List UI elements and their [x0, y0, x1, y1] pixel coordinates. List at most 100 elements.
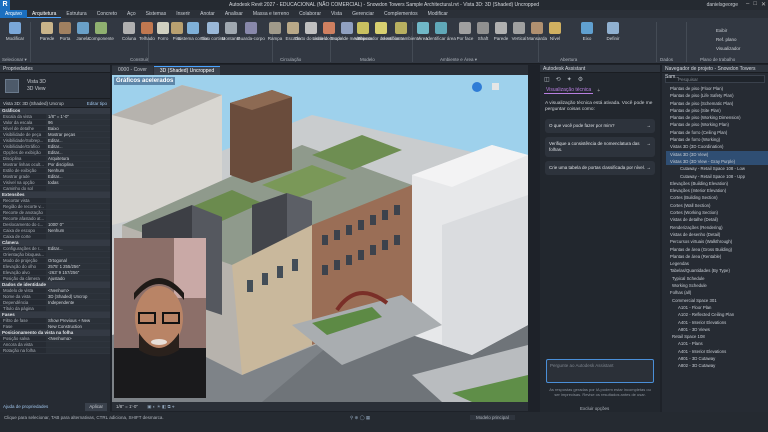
settings-icon[interactable]: ⚙ [578, 76, 583, 83]
browser-item[interactable]: Vistas de detalhe (Detail) [666, 216, 768, 223]
ribbon-tool[interactable]: Guarda-corpo [237, 22, 265, 41]
tab-inserir[interactable]: Inserir [171, 10, 195, 18]
browser-item[interactable]: Retail Space 108 [666, 333, 768, 340]
property-value[interactable]: Independente [46, 300, 110, 305]
property-value[interactable]: -263' 9 157/256" [46, 270, 110, 275]
close-icon[interactable]: ✕ [761, 1, 766, 8]
property-value[interactable] [46, 204, 110, 209]
browser-item[interactable]: Vistas de desenho (Detail) [666, 231, 768, 238]
browser-item[interactable]: Plantas de forro (Working) [666, 136, 768, 143]
browser-item[interactable]: A101 - Plans [666, 340, 768, 347]
browser-item[interactable]: Plantas de piso (Working Plan) [666, 121, 768, 128]
property-value[interactable]: Baixo [46, 126, 110, 131]
browser-item[interactable]: Cutaway - Retail Space 108 - Low [666, 165, 768, 172]
browser-item[interactable]: Plantas de área (Rentable) [666, 253, 768, 260]
minimize-icon[interactable]: – [746, 1, 749, 8]
tab-3d-shaded[interactable]: 3D (Shaded) Uncropped [153, 66, 221, 75]
property-value[interactable]: Editar... [46, 150, 110, 155]
property-value[interactable] [46, 186, 110, 191]
property-value[interactable]: 96 [46, 120, 110, 125]
properties-help-link[interactable]: Ajuda de propriedades [3, 403, 48, 411]
property-value[interactable]: <Nenhum> [46, 288, 110, 293]
property-value[interactable]: Ajustado [46, 276, 110, 281]
browser-item[interactable]: A801 - 3D Views [666, 326, 768, 333]
property-value[interactable]: <Nenhuma> [46, 336, 110, 341]
tab-massa-e-terreno[interactable]: Massa e terreno [248, 10, 294, 18]
browser-item[interactable]: Typical Schedule [666, 275, 768, 282]
property-value[interactable] [46, 252, 110, 257]
tab-complementos[interactable]: Complementos [379, 10, 423, 18]
property-value[interactable]: Ortogonal [46, 258, 110, 263]
browser-item[interactable]: A401 - Interior Elevations [666, 319, 768, 326]
browser-item[interactable]: Renderizações (Rendering) [666, 224, 768, 231]
tab-analisar[interactable]: Analisar [220, 10, 248, 18]
property-value[interactable]: Por disciplina [46, 162, 110, 167]
tab-vista[interactable]: Vista [326, 10, 347, 18]
tab-concreto[interactable]: Concreto [92, 10, 122, 18]
property-value[interactable] [46, 198, 110, 203]
tab-modificar[interactable]: Modificar [423, 10, 453, 18]
model-selector[interactable]: Modelo principal [470, 415, 515, 420]
property-value[interactable]: 1/8" = 1'-0" [46, 114, 110, 119]
ribbon-tool[interactable]: Definir [600, 22, 626, 41]
browser-item[interactable]: Plantas de área (Gross Building) [666, 246, 768, 253]
browser-item[interactable]: A102 - Reflected Ceiling Plan [666, 311, 768, 318]
property-value[interactable]: New Construction [46, 324, 110, 329]
tab-technical-preview[interactable]: Visualização técnica [544, 87, 594, 94]
show-button[interactable]: Exibir [716, 26, 740, 35]
property-value[interactable]: 1000' 0" [46, 222, 110, 227]
property-value[interactable]: Show Previous + New [46, 318, 110, 323]
browser-item[interactable]: A801 - 3D Cutaway [666, 355, 768, 362]
maximize-icon[interactable]: □ [753, 1, 757, 8]
ribbon-tool[interactable]: Identificar área [426, 22, 456, 41]
ribbon-tool[interactable]: Nível [542, 22, 568, 41]
property-value[interactable] [46, 234, 110, 239]
browser-item[interactable]: Plantas de piso (Working Dimension) [666, 114, 768, 121]
browser-item[interactable]: A401 - Interior Elevations [666, 348, 768, 355]
property-value[interactable]: Nenhum [46, 168, 110, 173]
ribbon-tool[interactable]: Componente [88, 22, 114, 41]
browser-item[interactable]: Vistas 3D (3D View - Gray Purple) [666, 157, 768, 166]
property-value[interactable] [46, 342, 110, 347]
property-value[interactable] [46, 216, 110, 221]
browser-item[interactable]: A802 - 3D Cutaway [666, 362, 768, 369]
add-tab-icon[interactable]: + [597, 88, 600, 94]
tab-cover[interactable]: 0000 - Cover [112, 66, 153, 75]
browser-item[interactable]: Vistas 3D (3D Coordination) [666, 143, 768, 150]
tab-arquivo[interactable]: Arquivo [0, 10, 27, 18]
browser-item[interactable]: Cortes (Wall Section) [666, 202, 768, 209]
property-value[interactable]: Editar... [46, 138, 110, 143]
property-value[interactable]: Editar... [46, 174, 110, 179]
tab-arquitetura[interactable]: Arquitetura [26, 10, 62, 18]
ribbon-tool[interactable]: Eixo [574, 22, 600, 41]
view-scale[interactable]: 1/8" = 1'-0" [116, 404, 138, 409]
property-value[interactable]: Editar... [46, 246, 110, 251]
chat-icon[interactable]: ◫ [544, 76, 550, 83]
browser-item[interactable]: Vistas 3D (3D View) [666, 150, 768, 158]
browser-item[interactable]: Elevações (Interior Elevation) [666, 187, 768, 194]
type-selector[interactable]: Vista 3D 3D View [0, 73, 110, 99]
lightbulb-icon[interactable]: ✦ [567, 76, 572, 83]
tab-gerenciar[interactable]: Gerenciar [347, 10, 379, 18]
browser-item[interactable]: Cortes (Working Section) [666, 209, 768, 216]
tab-colaborar[interactable]: Colaborar [294, 10, 326, 18]
assistant-input[interactable]: Pergunte ao Autodesk Assistant [546, 359, 654, 383]
ribbon-tool[interactable]: Modificar [2, 22, 28, 41]
tab-sistemas[interactable]: Sistemas [141, 10, 172, 18]
browser-item[interactable]: Plantas de piso (Schematic Plan) [666, 100, 768, 107]
property-value[interactable] [46, 210, 110, 215]
tab-anotar[interactable]: Anotar [195, 10, 220, 18]
browser-item[interactable]: Working Schedule [666, 282, 768, 289]
browser-item[interactable]: Plantas de piso (Life Safety Plan) [666, 92, 768, 99]
suggestion-item[interactable]: Crie uma tabela de portas classificada p… [545, 161, 655, 175]
browser-item[interactable]: A101 - Floor Plan [666, 304, 768, 311]
property-value[interactable]: Editar... [46, 144, 110, 149]
property-value[interactable]: Mostrar peças [46, 132, 110, 137]
property-value[interactable] [46, 306, 110, 311]
browser-item[interactable]: Percursos virtuais (Walkthrough) [666, 238, 768, 245]
ref-plane-button[interactable]: Ref. plano [716, 35, 740, 44]
view-controls-icons[interactable]: ▣ ◐ ☀ ◧ ⧉ ⌖ [147, 404, 174, 409]
history-icon[interactable]: ⟲ [556, 76, 561, 83]
browser-item[interactable]: Folhas (all) [666, 289, 768, 296]
property-value[interactable]: Arquitetura [46, 156, 110, 161]
